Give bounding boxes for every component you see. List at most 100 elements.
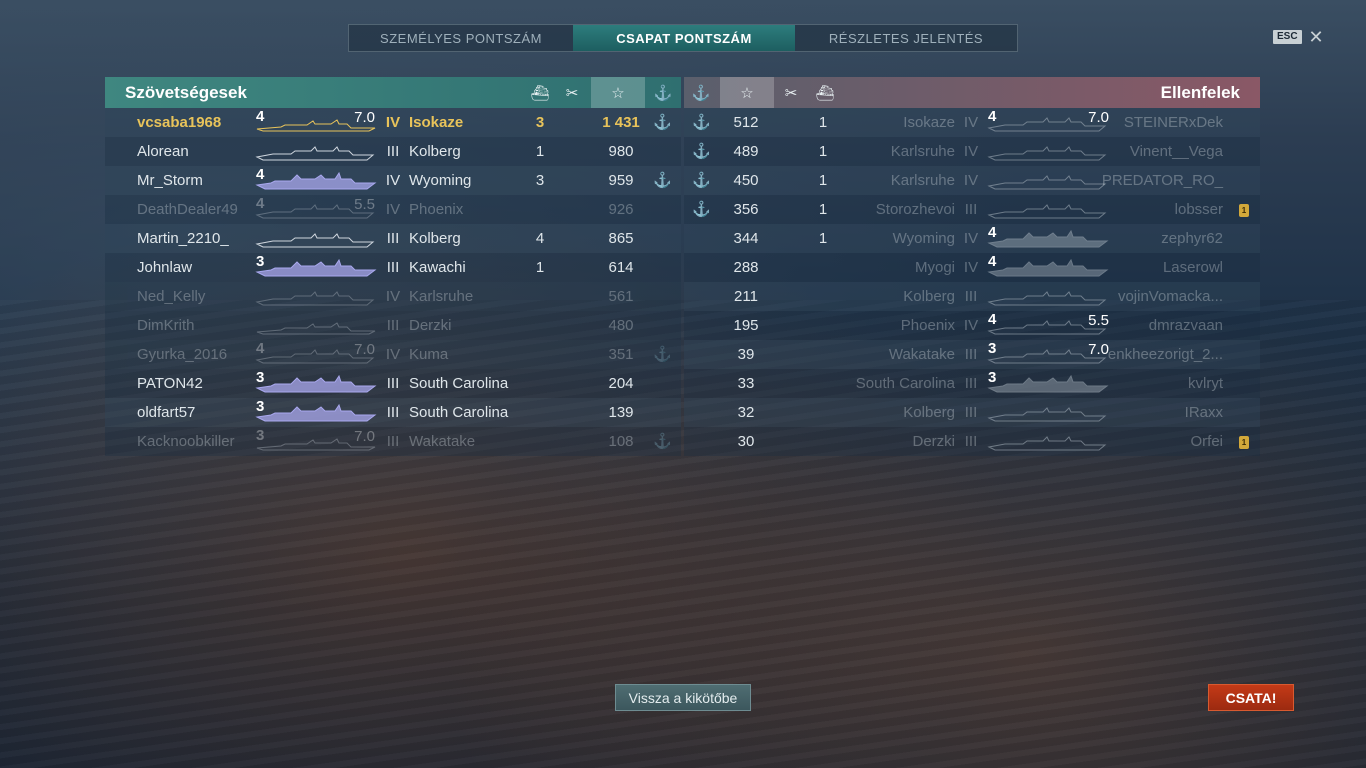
ship-rating-label: 7.0 xyxy=(1088,109,1109,126)
planes-destroyed-icon[interactable]: ✂ xyxy=(774,77,808,108)
ship-name: Kolberg xyxy=(903,404,955,421)
score-value: 480 xyxy=(608,317,634,334)
allies-panel: Szövetségesek ⛴ ✂ ☆ ⚓ vcsaba1968 4 7.0 IV Is… xyxy=(105,77,681,456)
table-row[interactable]: ⚓ 512 1 Isokaze IV 4 7.0 STEINERxDek xyxy=(684,108,1260,137)
table-row[interactable]: 30 Derzki III Orfei 1 xyxy=(684,427,1260,456)
score-value: 39 xyxy=(737,346,755,363)
tab-personal-score[interactable]: SZEMÉLYES PONTSZÁM xyxy=(349,25,573,51)
ship-icon-cell: 4 xyxy=(987,253,1109,280)
table-row[interactable]: 32 Kolberg III IRaxx xyxy=(684,398,1260,427)
table-row[interactable]: 33 South Carolina III 3 kvlryt xyxy=(684,369,1260,398)
enemies-title: Ellenfelek xyxy=(1160,83,1240,102)
table-row[interactable]: 195 Phoenix IV 4 5.5 dmrazvaan xyxy=(684,311,1260,340)
kills-count: 3 xyxy=(535,114,545,131)
ship-tier: III xyxy=(386,433,400,450)
ship-silhouette-icon xyxy=(987,374,1109,393)
ship-name: Wyoming xyxy=(409,172,472,189)
table-row[interactable]: oldfart57 3 III South Carolina 139 xyxy=(105,398,681,427)
ship-tier: IV xyxy=(385,172,401,189)
ship-tier: IV xyxy=(963,230,979,247)
ship-name: Kawachi xyxy=(409,259,466,276)
ship-name: Derzki xyxy=(409,317,452,334)
ship-icon-cell: 3 7.0 xyxy=(987,340,1109,367)
ship-name: Wakatake xyxy=(409,433,476,450)
table-row[interactable]: Kacknoobkiller 3 7.0 III Wakatake 108 ⚓ xyxy=(105,427,681,456)
ship-name: South Carolina xyxy=(409,404,509,421)
return-to-port-button[interactable]: Vissza a kikötőbe xyxy=(615,684,751,711)
tab-team-score[interactable]: CSAPAT PONTSZÁM xyxy=(573,25,795,51)
player-name: Laserowl xyxy=(1162,259,1223,276)
score-sort-icon[interactable]: ☆ xyxy=(720,77,774,108)
table-row[interactable]: 39 Wakatake III 3 7.0 enkheezorigt_2... xyxy=(684,340,1260,369)
close-icon[interactable]: ✕ xyxy=(1307,27,1325,47)
ship-icon-cell: 4 5.5 xyxy=(255,195,375,222)
ship-name: Karlsruhe xyxy=(890,143,955,160)
player-name: PREDATOR_RO_ xyxy=(1101,172,1223,189)
table-row[interactable]: Alorean III Kolberg 1 980 xyxy=(105,137,681,166)
table-row[interactable]: ⚓ 356 1 Storozhevoi III lobsser 1 xyxy=(684,195,1260,224)
table-row[interactable]: 344 1 Wyoming IV 4 zephyr62 xyxy=(684,224,1260,253)
table-row[interactable]: ⚓ 489 1 Karlsruhe IV Vinent__Vega xyxy=(684,137,1260,166)
ship-level-label: 3 xyxy=(256,369,265,386)
table-row[interactable]: Martin_2210_ III Kolberg 4 865 xyxy=(105,224,681,253)
player-name: zephyr62 xyxy=(1161,230,1223,247)
ship-icon-cell: 3 xyxy=(987,369,1109,396)
ship-tier: III xyxy=(964,375,978,392)
ship-name: Kolberg xyxy=(409,230,461,247)
table-row[interactable]: Ned_Kelly IV Karlsruhe 561 xyxy=(105,282,681,311)
ship-tier: IV xyxy=(385,346,401,363)
score-value: 512 xyxy=(733,114,759,131)
ships-destroyed-icon[interactable]: ⛴ xyxy=(523,77,557,108)
ship-icon-cell xyxy=(255,314,376,338)
battle-button[interactable]: CSATA! xyxy=(1208,684,1294,711)
ship-level-label: 4 xyxy=(256,108,265,125)
ship-silhouette-icon xyxy=(255,403,377,422)
player-name: IRaxx xyxy=(1184,404,1223,421)
ship-name: Kolberg xyxy=(409,143,461,160)
score-sort-icon[interactable]: ☆ xyxy=(591,77,645,108)
allies-title: Szövetségesek xyxy=(125,83,247,102)
score-value: 139 xyxy=(608,404,634,421)
ship-icon-cell: 3 xyxy=(255,398,377,425)
ship-tier: III xyxy=(964,404,978,421)
table-row[interactable]: ⚓ 450 1 Karlsruhe IV PREDATOR_RO_ xyxy=(684,166,1260,195)
base-capture-icon[interactable]: ⚓ xyxy=(646,77,680,108)
table-row[interactable]: DeathDealer49 4 5.5 IV Phoenix 926 xyxy=(105,195,681,224)
table-row[interactable]: Johnlaw 3 III Kawachi 1 614 xyxy=(105,253,681,282)
table-row[interactable]: 288 Myogi IV 4 Laserowl xyxy=(684,253,1260,282)
table-row[interactable]: DimKrith III Derzki 480 xyxy=(105,311,681,340)
base-capture-icon[interactable]: ⚓ xyxy=(684,77,718,108)
table-row[interactable]: Mr_Storm 4 IV Wyoming 3 959 ⚓ xyxy=(105,166,681,195)
ship-silhouette-icon xyxy=(987,407,1107,422)
tab-detailed-report[interactable]: RÉSZLETES JELENTÉS xyxy=(795,25,1017,51)
ship-tier: III xyxy=(964,288,978,305)
score-value: 1 431 xyxy=(602,114,640,131)
player-name: Gyurka_2016 xyxy=(137,346,228,363)
player-name: vojinVomacka... xyxy=(1117,288,1223,305)
ship-tier: III xyxy=(964,433,978,450)
ship-icon-cell: 3 xyxy=(255,369,377,396)
table-row[interactable]: vcsaba1968 4 7.0 IV Isokaze 3 1 431 ⚓ xyxy=(105,108,681,137)
ship-name: Karlsruhe xyxy=(890,172,955,189)
player-name: DimKrith xyxy=(137,317,195,334)
score-value: 195 xyxy=(733,317,759,334)
player-name: Martin_2210_ xyxy=(137,230,229,247)
table-row[interactable]: PATON42 3 III South Carolina 204 xyxy=(105,369,681,398)
ship-tier: IV xyxy=(963,172,979,189)
ship-tier: IV xyxy=(963,114,979,131)
score-value: 351 xyxy=(608,346,634,363)
planes-destroyed-icon[interactable]: ✂ xyxy=(555,77,589,108)
ship-level-label: 3 xyxy=(256,427,265,444)
ship-silhouette-icon xyxy=(987,291,1107,306)
player-name: Orfei xyxy=(1190,433,1223,450)
ship-level-label: 3 xyxy=(988,340,997,357)
ship-icon-cell xyxy=(255,285,375,309)
ship-name: South Carolina xyxy=(855,375,955,392)
ship-name: Karlsruhe xyxy=(409,288,474,305)
ship-silhouette-icon xyxy=(987,258,1109,277)
ship-name: Wakatake xyxy=(888,346,955,363)
anchor-icon: ⚓ xyxy=(692,143,711,160)
ships-destroyed-icon[interactable]: ⛴ xyxy=(808,77,842,108)
table-row[interactable]: 211 Kolberg III vojinVomacka... xyxy=(684,282,1260,311)
table-row[interactable]: Gyurka_2016 4 7.0 IV Kuma 351 ⚓ xyxy=(105,340,681,369)
